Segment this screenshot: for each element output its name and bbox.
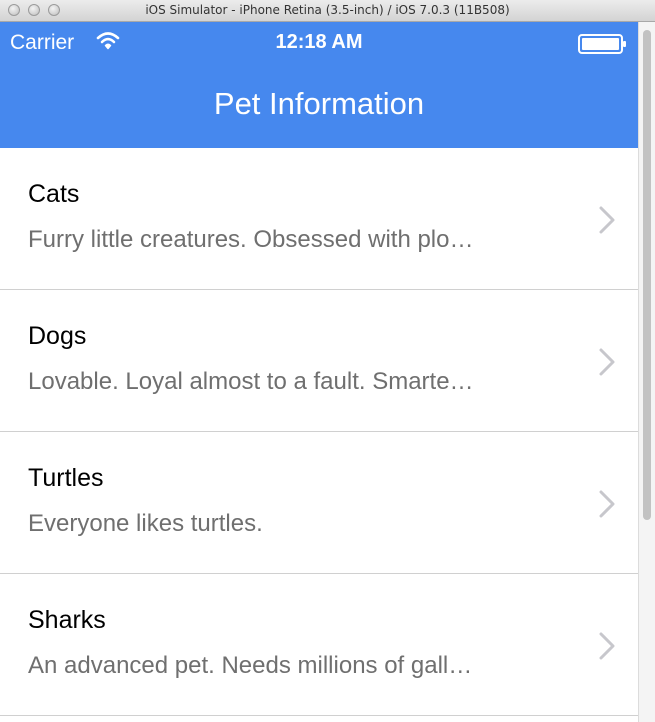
pet-list: Cats Furry little creatures. Obsessed wi… — [0, 148, 638, 716]
list-item-turtles[interactable]: Turtles Everyone likes turtles. — [0, 432, 638, 574]
battery-icon — [578, 34, 628, 59]
window-titlebar: iOS Simulator - iPhone Retina (3.5-inch)… — [0, 0, 655, 22]
row-subtitle: Everyone likes turtles. — [28, 510, 263, 537]
chevron-right-icon — [598, 205, 616, 240]
nav-title: Pet Information — [213, 86, 425, 121]
status-time: 12:18 AM — [275, 31, 363, 53]
list-item-sharks[interactable]: Sharks An advanced pet. Needs millions o… — [0, 574, 638, 716]
row-title: Cats — [28, 180, 80, 208]
chevron-right-icon — [598, 489, 616, 524]
status-bar: Carrier 12:18 AM — [0, 22, 638, 62]
chevron-right-icon — [598, 631, 616, 666]
row-title: Sharks — [28, 606, 106, 634]
list-item-dogs[interactable]: Dogs Lovable. Loyal almost to a fault. S… — [0, 290, 638, 432]
row-subtitle: Furry little creatures. Obsessed with pl… — [28, 226, 474, 253]
row-subtitle: Lovable. Loyal almost to a fault. Smarte… — [28, 368, 474, 395]
ios-screen: Carrier 12:18 AM Pet Information Cats Fu… — [0, 22, 638, 722]
navigation-bar: Carrier 12:18 AM Pet Information — [0, 22, 638, 148]
chevron-right-icon — [598, 347, 616, 382]
window-title: iOS Simulator - iPhone Retina (3.5-inch)… — [145, 3, 510, 17]
row-subtitle: An advanced pet. Needs millions of gall… — [28, 652, 473, 679]
window-scrollbar[interactable] — [638, 22, 655, 722]
row-title: Dogs — [28, 322, 87, 350]
list-item-cats[interactable]: Cats Furry little creatures. Obsessed wi… — [0, 148, 638, 290]
row-title: Turtles — [28, 464, 104, 492]
scrollbar-thumb[interactable] — [643, 30, 651, 520]
